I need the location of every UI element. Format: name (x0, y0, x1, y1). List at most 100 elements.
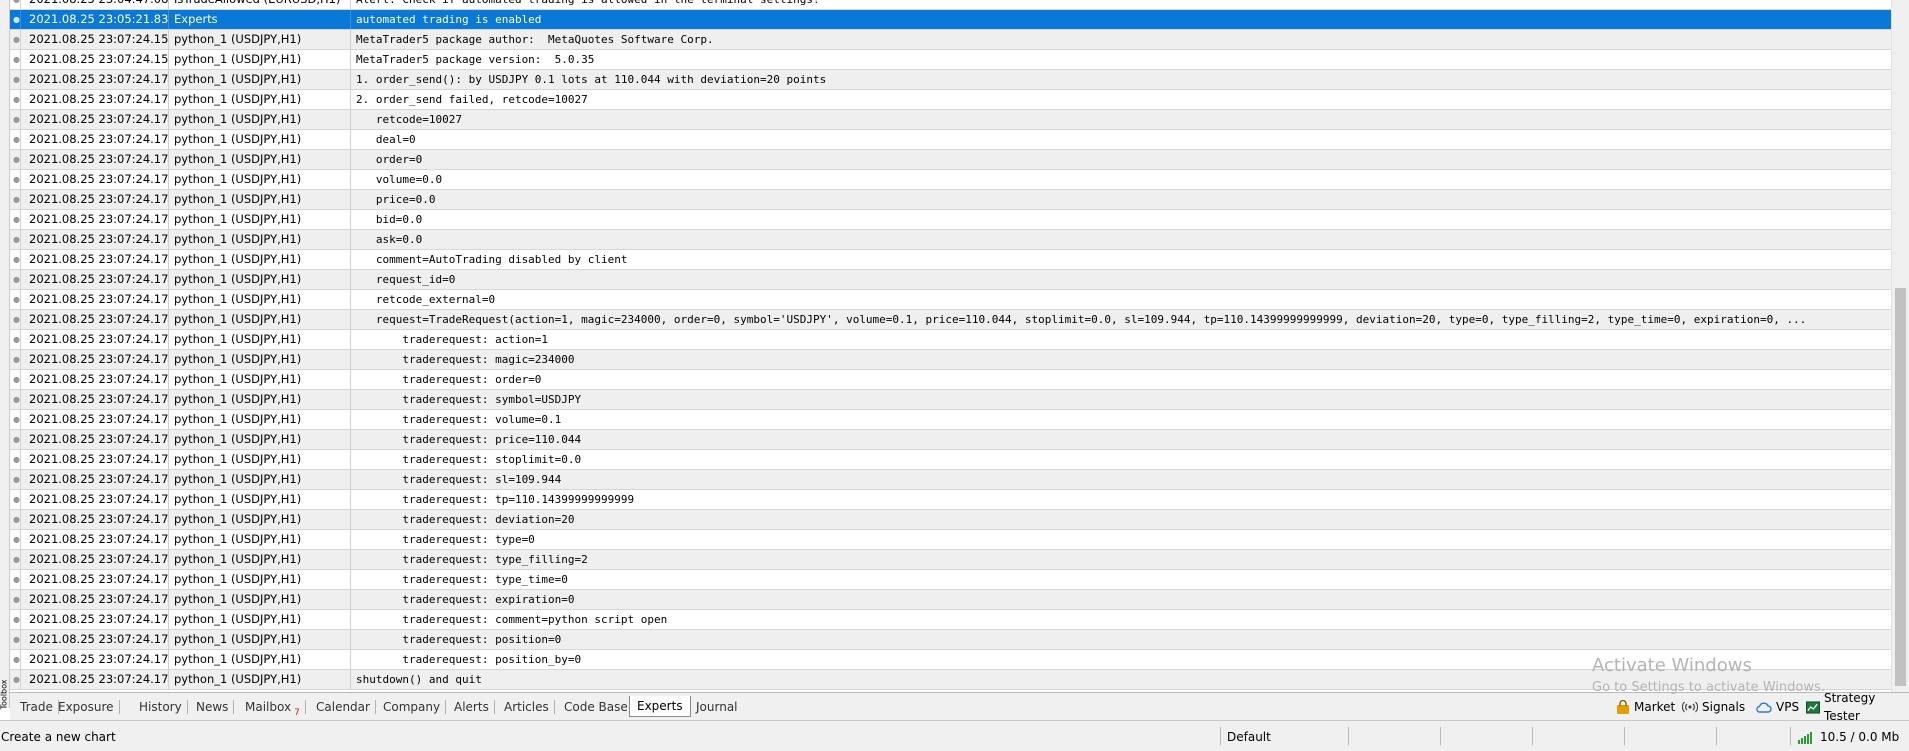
toolbox-strip[interactable]: Toolbox (0, 0, 10, 710)
row-message: traderequest: sl=109.944 (356, 473, 562, 486)
table-row[interactable]: ● 2021.08.25 23:07:24.171 python_1 (USDJPY… (9, 590, 1892, 610)
row-source: python_1 (USDJPY,H1) (169, 590, 351, 609)
table-row[interactable]: ● 2021.08.25 23:07:24.171 python_1 (USDJPY… (9, 270, 1892, 290)
table-row[interactable]: ● 2021.08.25 23:07:24.171 python_1 (USDJPY… (9, 510, 1892, 530)
table-row[interactable]: ● 2021.08.25 23:07:24.171 python_1 (USDJPY… (9, 70, 1892, 90)
table-row[interactable]: ● 2021.08.25 23:05:21.833 Experts automated… (9, 10, 1892, 30)
table-row[interactable]: ● 2021.08.25 23:07:24.171 python_1 (USDJPY… (9, 630, 1892, 650)
vertical-scrollbar[interactable] (1891, 0, 1909, 692)
row-message: Alert: Check if automated trading is all… (351, 0, 1892, 9)
tab-articles-label: Articles (504, 700, 549, 714)
vps-button[interactable]: VPS (1755, 698, 1799, 716)
row-message: traderequest: stoplimit=0.0 (356, 453, 582, 466)
tab-calendar[interactable]: Calendar (316, 698, 376, 716)
row-source: python_1 (USDJPY,H1) (169, 470, 351, 489)
experts-log-table[interactable]: ● 2021.08.25 23:04:47.087 IsTradeAllowed… (9, 0, 1892, 692)
table-row[interactable]: ● 2021.08.25 23:07:24.171 python_1 (USDJPY… (9, 170, 1892, 190)
table-row[interactable]: ● 2021.08.25 23:07:24.171 python_1 (USDJPY… (9, 110, 1892, 130)
table-row[interactable]: ● 2021.08.25 23:07:24.155 python_1 (USDJPY… (9, 30, 1892, 50)
row-message: bid=0.0 (356, 213, 423, 226)
tab-trade[interactable]: Trade (20, 698, 59, 716)
row-time: 2021.08.25 23:07:24.171 (21, 230, 169, 249)
scrollbar-thumb[interactable] (1895, 288, 1906, 686)
row-time: 2021.08.25 23:04:47.087 (21, 0, 169, 9)
tab-journal-label: Journal (696, 700, 738, 714)
row-bullet-icon: ● (9, 470, 21, 489)
row-source: IsTradeAllowed (EURUSD,H1) (169, 0, 351, 9)
table-row[interactable]: ● 2021.08.25 23:07:24.171 python_1 (USDJPY… (9, 210, 1892, 230)
table-row[interactable]: ● 2021.08.25 23:07:24.171 python_1 (USDJPY… (9, 470, 1892, 490)
market-button[interactable]: Market (1616, 698, 1675, 716)
row-message: retcode_external=0 (356, 293, 496, 306)
status-profile[interactable]: Default (1227, 730, 1271, 744)
strategy-tester-chart-icon (1806, 700, 1820, 714)
row-time: 2021.08.25 23:07:24.171 (21, 70, 169, 89)
table-row[interactable]: ● 2021.08.25 23:07:24.171 python_1 (USDJPY… (9, 530, 1892, 550)
row-time: 2021.08.25 23:07:24.171 (21, 370, 169, 389)
table-row[interactable]: ● 2021.08.25 23:07:24.171 python_1 (USDJPY… (9, 290, 1892, 310)
tab-news[interactable]: News (196, 698, 235, 716)
table-row[interactable]: ● 2021.08.25 23:07:24.171 python_1 (USDJPY… (9, 370, 1892, 390)
table-row[interactable]: ● 2021.08.25 23:07:24.171 python_1 (USDJPY… (9, 230, 1892, 250)
table-row[interactable]: ● 2021.08.25 23:07:24.171 python_1 (USDJPY… (9, 90, 1892, 110)
tab-exposure[interactable]: Exposure (58, 698, 120, 716)
tab-history[interactable]: History (139, 698, 188, 716)
tab-experts[interactable]: Experts (629, 696, 691, 717)
table-row[interactable]: ● 2021.08.25 23:07:24.171 python_1 (USDJPY… (9, 130, 1892, 150)
table-row[interactable]: ● 2021.08.25 23:07:24.171 python_1 (USDJPY… (9, 390, 1892, 410)
row-message: traderequest: comment=python script open (356, 613, 668, 626)
row-bullet-icon: ● (9, 110, 21, 129)
tab-company-label: Company (383, 700, 441, 714)
table-row[interactable]: ● 2021.08.25 23:07:24.171 python_1 (USDJPY… (9, 430, 1892, 450)
table-row[interactable]: ● 2021.08.25 23:07:24.171 python_1 (USDJPY… (9, 450, 1892, 470)
row-time: 2021.08.25 23:07:24.171 (21, 310, 169, 329)
signals-button[interactable]: Signals (1682, 698, 1745, 716)
row-source: python_1 (USDJPY,H1) (169, 290, 351, 309)
row-message: request_id=0 (356, 273, 456, 286)
tab-journal[interactable]: Journal (696, 698, 738, 716)
row-source: python_1 (USDJPY,H1) (169, 450, 351, 469)
row-bullet-icon: ● (9, 230, 21, 249)
table-row[interactable]: ● 2021.08.25 23:07:24.155 python_1 (USDJPY… (9, 50, 1892, 70)
row-bullet-icon: ● (9, 70, 21, 89)
row-source: python_1 (USDJPY,H1) (169, 250, 351, 269)
row-source: python_1 (USDJPY,H1) (169, 410, 351, 429)
tab-alerts[interactable]: Alerts (454, 698, 495, 716)
tab-experts-label: Experts (637, 699, 683, 713)
strategy-tester-button[interactable]: Strategy Tester (1806, 691, 1909, 723)
row-message: traderequest: type_time=0 (356, 573, 568, 586)
row-time: 2021.08.25 23:07:24.171 (21, 590, 169, 609)
table-row[interactable]: ● 2021.08.25 23:07:24.171 python_1 (USDJPY… (9, 150, 1892, 170)
row-bullet-icon: ● (9, 630, 21, 649)
table-row[interactable]: ● 2021.08.25 23:07:24.171 python_1 (USDJPY… (9, 190, 1892, 210)
table-row[interactable]: ● 2021.08.25 23:07:24.171 python_1 (USDJPY… (9, 310, 1892, 330)
connection-status-icon[interactable] (1797, 732, 1813, 744)
table-row[interactable]: ● 2021.08.25 23:07:24.171 python_1 (USDJPY… (9, 250, 1892, 270)
row-bullet-icon: ● (9, 290, 21, 309)
row-bullet-icon: ● (9, 0, 21, 9)
tab-codebase[interactable]: Code Base (564, 698, 628, 716)
tab-articles[interactable]: Articles (504, 698, 555, 716)
table-row[interactable]: ● 2021.08.25 23:07:24.171 python_1 (USDJPY… (9, 330, 1892, 350)
row-message: traderequest: magic=234000 (356, 353, 575, 366)
table-row[interactable]: ● 2021.08.25 23:07:24.171 python_1 (USDJPY… (9, 410, 1892, 430)
row-bullet-icon: ● (9, 390, 21, 409)
row-message: traderequest: volume=0.1 (356, 413, 562, 426)
tab-mailbox[interactable]: Mailbox 7 (245, 698, 306, 718)
tab-news-label: News (196, 700, 229, 714)
table-row[interactable]: ● 2021.08.25 23:07:24.171 python_1 (USDJPY… (9, 550, 1892, 570)
table-row[interactable]: ● 2021.08.25 23:07:24.171 python_1 (USDJPY… (9, 490, 1892, 510)
table-row[interactable]: ● 2021.08.25 23:07:24.171 python_1 (USDJPY… (9, 570, 1892, 590)
table-row[interactable]: ● 2021.08.25 23:07:24.171 python_1 (USDJPY… (9, 350, 1892, 370)
table-row[interactable]: ● 2021.08.25 23:07:24.171 python_1 (USDJPY… (9, 610, 1892, 630)
row-bullet-icon: ● (9, 490, 21, 509)
row-bullet-icon: ● (9, 370, 21, 389)
row-bullet-icon: ● (9, 170, 21, 189)
row-source: python_1 (USDJPY,H1) (169, 310, 351, 329)
table-row[interactable]: ● 2021.08.25 23:04:47.087 IsTradeAllowed… (9, 0, 1892, 10)
row-bullet-icon: ● (9, 650, 21, 669)
row-bullet-icon: ● (9, 550, 21, 569)
row-source: python_1 (USDJPY,H1) (169, 130, 351, 149)
row-message: order=0 (356, 153, 423, 166)
tab-company[interactable]: Company (383, 698, 447, 716)
